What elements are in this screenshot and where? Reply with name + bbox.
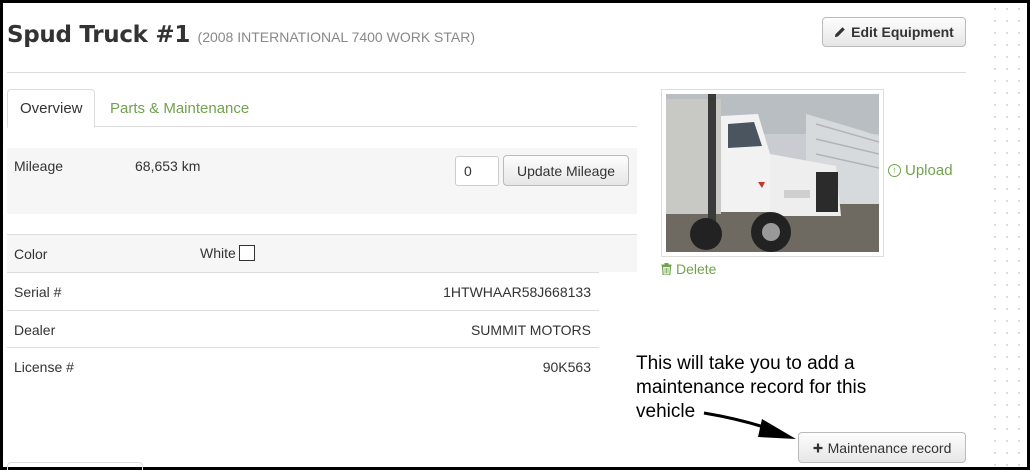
tab-parts-maintenance[interactable]: Parts & Maintenance	[98, 89, 261, 127]
annotation-arrow	[703, 411, 796, 439]
page-title: Spud Truck #1	[7, 22, 191, 48]
serial-label: Serial #	[14, 284, 62, 300]
page-header: Spud Truck #1 (2008 INTERNATIONAL 7400 W…	[7, 22, 475, 48]
table-row-color: Color White	[7, 234, 637, 272]
tab-bar: Overview Parts & Maintenance	[7, 89, 637, 128]
page-subtitle: (2008 INTERNATIONAL 7400 WORK STAR)	[197, 29, 476, 45]
dealer-label: Dealer	[14, 322, 56, 338]
delete-label: Delete	[676, 261, 717, 277]
header-divider	[7, 72, 966, 73]
license-label: License #	[14, 359, 74, 375]
mileage-value: 68,653 km	[135, 158, 201, 174]
tab-overview[interactable]: Overview	[7, 89, 95, 128]
trash-icon	[661, 263, 672, 275]
mileage-label: Mileage	[14, 158, 64, 174]
update-mileage-button[interactable]: Update Mileage	[503, 155, 629, 186]
edit-equipment-label: Edit Equipment	[851, 24, 954, 40]
mileage-input-value: 0	[464, 163, 472, 179]
color-swatch	[238, 245, 255, 261]
color-value: White	[200, 245, 236, 261]
pencil-icon	[835, 27, 845, 37]
maintenance-record-label: Maintenance record	[827, 439, 952, 456]
delete-photo-link[interactable]: Delete	[661, 261, 716, 277]
table-row-serial: Serial # 1HTWHAAR58J668133	[7, 272, 599, 310]
dealer-value: SUMMIT MOTORS	[470, 322, 591, 338]
upload-photo-link[interactable]: ↑ Upload	[888, 162, 953, 179]
tab-parts-maintenance-label: Parts & Maintenance	[110, 99, 250, 117]
tab-overview-label: Overview	[20, 100, 83, 117]
table-row-dealer: Dealer SUMMIT MOTORS	[7, 310, 599, 348]
dotted-background	[989, 3, 1027, 467]
upload-label: Upload	[905, 162, 953, 179]
add-maintenance-record-button[interactable]: Maintenance record	[798, 432, 966, 463]
plus-icon	[813, 443, 823, 452]
lower-panel-edge	[7, 462, 143, 470]
equipment-photo-frame	[661, 89, 884, 257]
serial-value: 1HTWHAAR58J668133	[443, 284, 591, 300]
truck-photo-illustration	[666, 94, 879, 252]
license-value: 90K563	[542, 359, 591, 375]
table-row-license: License # 90K563	[7, 347, 599, 385]
circle-arrow-up-icon: ↑	[888, 164, 901, 177]
mileage-panel: Mileage 68,653 km 0 Update Mileage	[7, 148, 637, 214]
update-mileage-label: Update Mileage	[516, 162, 616, 179]
equipment-photo	[666, 94, 879, 252]
edit-equipment-button[interactable]: Edit Equipment	[822, 17, 966, 47]
color-label: Color	[14, 246, 48, 262]
mileage-input[interactable]: 0	[455, 156, 499, 186]
color-value-group: White	[200, 245, 255, 261]
